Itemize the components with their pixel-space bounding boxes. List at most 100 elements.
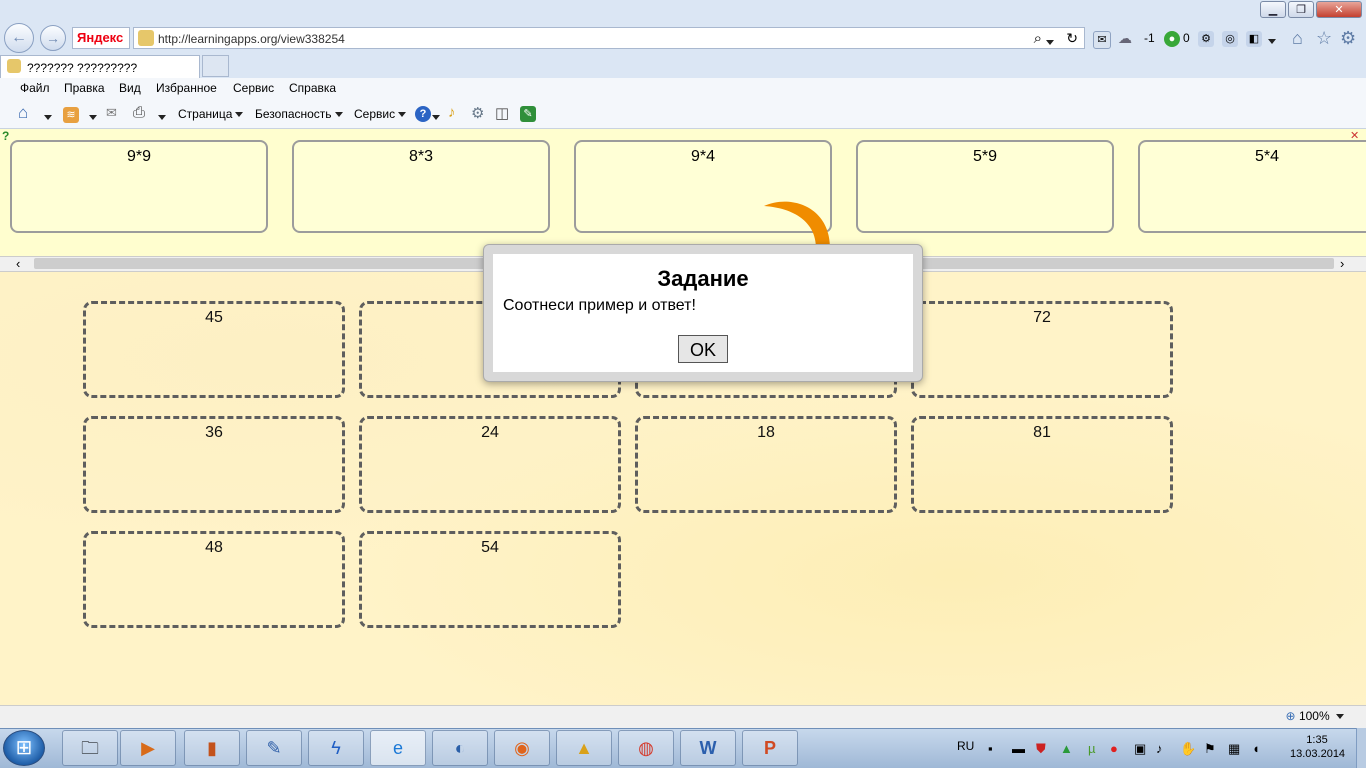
feeds-icon[interactable]: ≋ xyxy=(63,107,79,123)
extension-icon[interactable]: ⚙ xyxy=(1198,31,1214,47)
drive-tray-icon[interactable]: ▲ xyxy=(1060,741,1073,756)
url-field[interactable]: http://learningapps.org/view338254 ⌕ ↻ xyxy=(133,27,1085,49)
language-indicator[interactable]: RU xyxy=(957,739,974,753)
tray-icon[interactable]: ▬ xyxy=(1012,741,1025,756)
scroll-right-icon[interactable]: › xyxy=(1340,256,1344,271)
volume-tray-icon[interactable]: ♪ xyxy=(1156,741,1163,756)
taskbar-media-player-icon[interactable]: ▶ xyxy=(120,730,176,766)
help-icon[interactable]: ? xyxy=(415,106,431,122)
action-center-flag-icon[interactable]: ⚑ xyxy=(1204,741,1216,757)
search-dropdown-icon[interactable] xyxy=(1046,35,1054,49)
maximize-button[interactable]: ❐ xyxy=(1288,1,1314,18)
answer-slot[interactable]: 72 xyxy=(911,301,1173,398)
example-card[interactable]: 5*9 xyxy=(856,140,1114,233)
dialog-text: Соотнеси пример и ответ! xyxy=(503,297,696,314)
page-menu[interactable]: Страница xyxy=(178,107,244,121)
answer-slot[interactable]: 45 xyxy=(83,301,345,398)
mail-icon[interactable]: ✉ xyxy=(1093,31,1111,49)
dialog-title: Задание xyxy=(657,266,749,291)
extensions-dropdown-icon[interactable] xyxy=(1268,34,1276,48)
menu-view[interactable]: Вид xyxy=(119,81,141,95)
show-desktop-button[interactable] xyxy=(1356,728,1366,768)
start-button[interactable]: ⊞ xyxy=(3,730,45,766)
read-mail-icon[interactable]: ✉ xyxy=(106,105,117,121)
zoom-icon: ⊕ xyxy=(1285,709,1296,723)
network-tray-icon[interactable]: ▦ xyxy=(1228,741,1240,757)
taskbar-movie-maker-icon[interactable]: ◐ xyxy=(432,730,488,766)
search-icon[interactable]: ⌕ xyxy=(1034,30,1042,47)
answer-slot[interactable]: 54 xyxy=(359,531,621,628)
favorites-star-icon[interactable]: ☆ xyxy=(1316,28,1332,49)
answer-slot[interactable]: 48 xyxy=(83,531,345,628)
menu-tools[interactable]: Сервис xyxy=(233,81,274,95)
antivirus-tray-icon[interactable]: ⛊ xyxy=(1036,741,1046,757)
ok-button[interactable]: OK xyxy=(678,335,728,363)
taskbar-paint-icon[interactable]: ✎ xyxy=(246,730,302,766)
tools-menu[interactable]: Сервис xyxy=(354,107,407,121)
bookmark-extension-icon[interactable]: ◧ xyxy=(1246,31,1262,47)
answer-slot[interactable]: 18 xyxy=(635,416,897,513)
settings-icon[interactable]: ⚙ xyxy=(471,104,484,122)
print-dropdown-icon[interactable] xyxy=(158,110,166,124)
tray-icon[interactable]: ✋ xyxy=(1180,741,1196,757)
taskbar-firefox-icon[interactable]: ◉ xyxy=(494,730,550,766)
taskbar-chrome-icon[interactable]: ◍ xyxy=(618,730,674,766)
taskbar-powerpoint-icon[interactable]: P xyxy=(742,730,798,766)
new-tab-button[interactable] xyxy=(202,55,229,77)
taskbar-app-icon[interactable]: ▮ xyxy=(184,730,240,766)
print-icon[interactable]: ⎙ xyxy=(133,104,145,121)
taskbar-aimp-icon[interactable]: ▲ xyxy=(556,730,612,766)
taskbar-explorer-icon[interactable]: 🗀 xyxy=(62,730,118,766)
tab-title: ??????? ????????? xyxy=(27,61,138,75)
traffic-icon[interactable]: ● xyxy=(1164,31,1180,47)
tools-gear-icon[interactable]: ⚙ xyxy=(1340,28,1356,49)
menu-edit[interactable]: Правка xyxy=(64,81,105,95)
answer-slot[interactable]: 24 xyxy=(359,416,621,513)
tray-icon[interactable]: ▣ xyxy=(1134,741,1146,757)
zoom-control[interactable]: ⊕ 100% xyxy=(1286,709,1344,723)
torrent-tray-icon[interactable]: µ xyxy=(1088,741,1096,756)
fullscreen-icon[interactable]: ✕ xyxy=(1350,129,1359,142)
evernote-icon[interactable]: ✎ xyxy=(520,106,536,122)
example-card[interactable]: 5*4 xyxy=(1138,140,1366,233)
help-dropdown-icon[interactable] xyxy=(432,110,440,124)
speaker-tray-icon[interactable]: ◖ xyxy=(1252,741,1260,756)
menu-file[interactable]: Файл xyxy=(20,81,50,95)
home-icon[interactable]: ⌂ xyxy=(1292,28,1303,49)
close-button[interactable]: ✕ xyxy=(1316,1,1362,18)
clock[interactable]: 1:35 13.03.2014 xyxy=(1290,733,1345,761)
menu-help[interactable]: Справка xyxy=(289,81,336,95)
back-button[interactable]: ← xyxy=(4,23,34,53)
taskbar-ie-icon[interactable]: e xyxy=(370,730,426,766)
answer-slot[interactable]: 36 xyxy=(83,416,345,513)
forward-button[interactable]: → xyxy=(40,25,66,51)
scroll-left-icon[interactable]: ‹ xyxy=(16,256,20,271)
refresh-icon[interactable]: ↻ xyxy=(1066,30,1078,47)
app-help-icon[interactable]: ? xyxy=(2,129,9,143)
yandex-search-logo[interactable]: Яндекс xyxy=(72,27,130,49)
tray-icon[interactable]: ▪ xyxy=(988,741,993,756)
examples-pool: 9*9 8*3 9*4 5*9 5*4 ? ✕ xyxy=(0,129,1366,256)
security-menu-label: Безопасность xyxy=(255,107,332,121)
menu-favorites[interactable]: Избранное xyxy=(156,81,217,95)
home-button-icon[interactable]: ⌂ xyxy=(18,103,28,123)
taskbar-flash-icon[interactable]: ϟ xyxy=(308,730,364,766)
example-card[interactable]: 9*9 xyxy=(10,140,268,233)
tab-active[interactable]: ??????? ????????? xyxy=(0,55,200,78)
toolbar-addon-icon[interactable]: ◫ xyxy=(495,104,509,122)
home-dropdown-icon[interactable] xyxy=(44,110,52,124)
weather-icon: ☁ xyxy=(1118,30,1132,46)
yandex-label: Яндекс xyxy=(77,30,124,45)
warning-tray-icon[interactable]: ● xyxy=(1110,741,1118,756)
security-menu[interactable]: Безопасность xyxy=(255,107,343,121)
translate-icon[interactable]: ◎ xyxy=(1222,31,1238,47)
answer-slot[interactable]: 81 xyxy=(911,416,1173,513)
taskbar-word-icon[interactable]: W xyxy=(680,730,736,766)
clock-time: 1:35 xyxy=(1306,734,1328,746)
example-card[interactable]: 8*3 xyxy=(292,140,550,233)
minimize-button[interactable]: ▁ xyxy=(1260,1,1286,18)
feeds-dropdown-icon[interactable] xyxy=(89,110,97,124)
page-menu-label: Страница xyxy=(178,107,233,121)
title-bar xyxy=(0,0,1366,24)
research-icon[interactable]: ♪ xyxy=(448,104,456,121)
